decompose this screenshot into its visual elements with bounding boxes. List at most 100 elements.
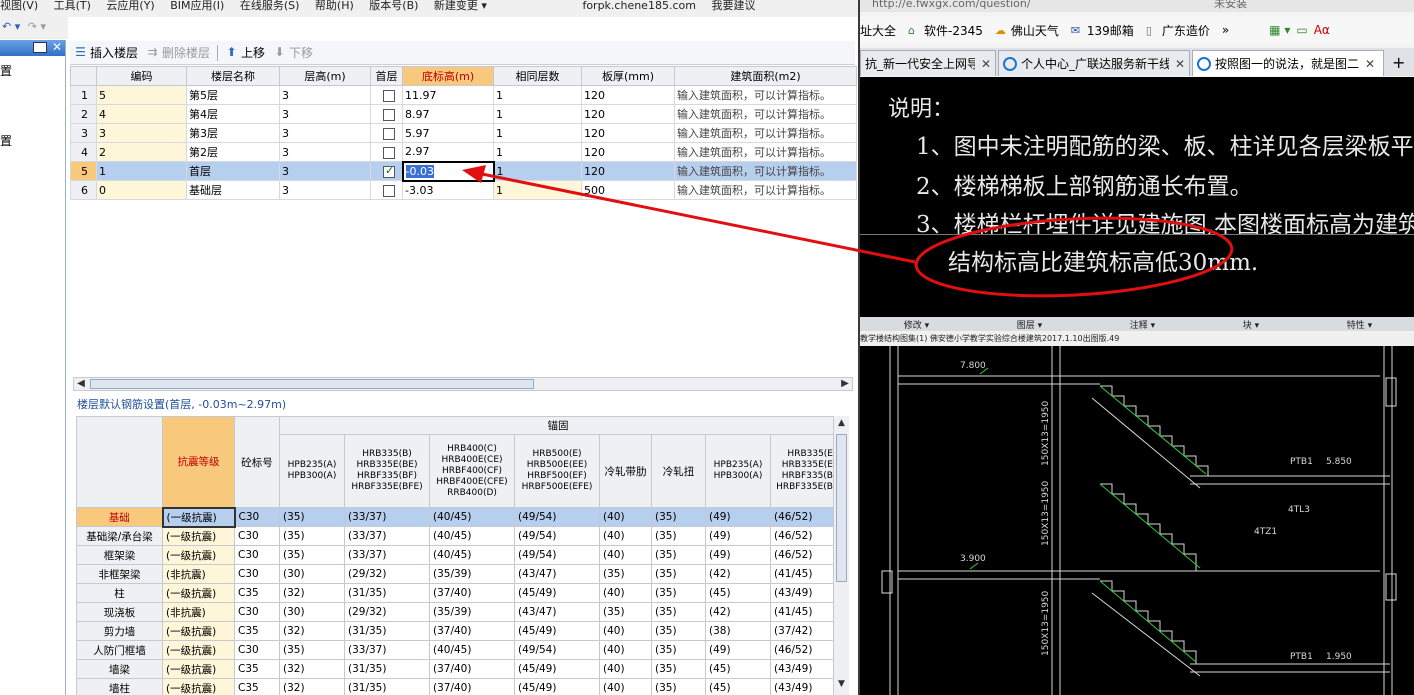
rebar-row[interactable]: 基础梁/承台梁 (一级抗震) C30 (35) (33/37) (40/45) (49/54… xyxy=(76,526,837,546)
cell-area[interactable]: 输入建筑面积，可以计算指标。 xyxy=(674,180,857,200)
cell-anchorage[interactable]: (49/54) xyxy=(514,526,600,546)
cell-first[interactable] xyxy=(370,142,403,162)
cell-first[interactable] xyxy=(370,104,403,124)
cell-first[interactable] xyxy=(370,85,403,105)
cell-bottom-elev[interactable]: 8.97 xyxy=(402,104,494,124)
rebar-row[interactable]: 人防门框墙 (一级抗震) C30 (35) (33/37) (40/45) (49/54)(… xyxy=(76,640,837,660)
cell-anchorage[interactable]: (46/52) xyxy=(770,545,837,565)
cell-anchorage[interactable]: (40/45) xyxy=(429,507,515,527)
row-number[interactable]: 5 xyxy=(70,161,97,181)
col-header-height[interactable]: 层高(m) xyxy=(279,66,371,86)
cell-code[interactable]: 4 xyxy=(96,104,187,124)
fav-item[interactable]: ⌂ 软件-2345 xyxy=(908,22,983,39)
cell-anchorage[interactable]: (33/37) xyxy=(344,640,430,660)
cell-code[interactable]: 1 xyxy=(96,161,187,181)
rebar-row-header[interactable]: 框架梁 xyxy=(76,545,163,565)
cell-anchorage[interactable]: (37/40) xyxy=(429,583,515,603)
row-number[interactable]: 4 xyxy=(70,142,97,162)
cell-seismic[interactable]: (非抗震) xyxy=(162,602,235,622)
cell-anchorage[interactable]: (37/40) xyxy=(429,678,515,695)
cell-anchorage[interactable]: (35) xyxy=(651,583,706,603)
table-row[interactable]: 4 2 第2层 3 2.97 1 120 输入建筑面积，可以计算指标。 xyxy=(70,142,857,162)
cell-anchorage[interactable]: (40/45) xyxy=(429,640,515,660)
cad-ribbon-item[interactable]: 特性 ▾ xyxy=(1347,318,1372,331)
move-down-button[interactable]: ⬇ 下移 xyxy=(269,43,317,63)
rebar-row-header[interactable]: 基础 xyxy=(76,507,163,527)
close-tab-icon[interactable]: ✕ xyxy=(981,57,991,71)
cell-anchorage[interactable]: (49) xyxy=(705,545,771,565)
cell-anchorage[interactable]: (40) xyxy=(599,583,652,603)
col-header-steel[interactable]: HPB235(A) HPB300(A) xyxy=(705,434,771,508)
cell-concrete[interactable]: C30 xyxy=(234,640,280,660)
cell-slab-thickness[interactable]: 120 xyxy=(581,123,675,143)
cell-anchorage[interactable]: (40) xyxy=(599,526,652,546)
first-floor-checkbox[interactable] xyxy=(383,108,395,121)
left-panel-item[interactable]: 置 xyxy=(0,132,12,149)
row-number[interactable]: 2 xyxy=(70,104,97,124)
browser-tab[interactable]: 个人中心_广联达服务新干线 ✕ xyxy=(998,50,1190,76)
rebar-row[interactable]: 框架梁 (一级抗震) C30 (35) (33/37) (40/45) (49/54) (40… xyxy=(76,545,837,565)
cell-anchorage[interactable]: (35) xyxy=(279,545,345,565)
cell-slab-thickness[interactable]: 120 xyxy=(581,161,675,181)
col-header-steel[interactable]: HRB400(C) HRB400E(CE) HRBF400(CF) HRBF40… xyxy=(429,434,515,508)
first-floor-checkbox-checked[interactable] xyxy=(383,164,395,178)
cell-anchorage[interactable]: (49) xyxy=(705,507,771,527)
cell-concrete[interactable]: C35 xyxy=(234,621,280,641)
cell-anchorage[interactable]: (32) xyxy=(279,621,345,641)
cell-height[interactable]: 3 xyxy=(279,161,371,181)
cell-concrete[interactable]: C30 xyxy=(234,602,280,622)
cell-slab-thickness[interactable]: 120 xyxy=(581,85,675,105)
scroll-thumb[interactable] xyxy=(836,434,847,582)
cell-seismic[interactable]: (一级抗震) xyxy=(162,640,235,660)
table-row[interactable]: 2 4 第4层 3 8.97 1 120 输入建筑面积，可以计算指标。 xyxy=(70,104,857,124)
cell-code[interactable]: 0 xyxy=(96,180,187,200)
cell-anchorage[interactable]: (45/49) xyxy=(514,678,600,695)
cell-anchorage[interactable]: (35) xyxy=(651,507,706,527)
col-header-slab-thickness[interactable]: 板厚(mm) xyxy=(581,66,675,86)
col-header-area[interactable]: 建筑面积(m2) xyxy=(674,66,857,86)
rebar-row[interactable]: 柱 (一级抗震) C35 (32) (31/35) (37/40) (45/49) (40)(… xyxy=(76,583,837,603)
cell-anchorage[interactable]: (35) xyxy=(651,564,706,584)
cell-bottom-elev[interactable]: 5.97 xyxy=(402,123,494,143)
cell-anchorage[interactable]: (42) xyxy=(705,602,771,622)
cell-same-count[interactable]: 1 xyxy=(493,104,582,124)
menu-view[interactable]: 视图(V) xyxy=(0,0,38,12)
cell-seismic[interactable]: (一级抗震) xyxy=(162,678,235,695)
cell-anchorage[interactable]: (49/54) xyxy=(514,507,600,527)
cell-name[interactable]: 第4层 xyxy=(186,104,280,124)
cell-anchorage[interactable]: (37/40) xyxy=(429,621,515,641)
scroll-right-icon[interactable]: ▶ xyxy=(838,377,852,391)
cell-anchorage[interactable]: (43/47) xyxy=(514,564,600,584)
cell-anchorage[interactable]: (41/45) xyxy=(770,602,837,622)
rebar-row-selected[interactable]: 基础 (一级抗震) C30 (35) (33/37) (40/45) (49/54) (40)… xyxy=(76,506,837,528)
cell-anchorage[interactable]: (40) xyxy=(599,621,652,641)
delete-floor-button[interactable]: ⇉ 删除楼层 xyxy=(142,43,214,63)
cell-code[interactable]: 2 xyxy=(96,142,187,162)
cell-anchorage[interactable]: (35/39) xyxy=(429,564,515,584)
cell-anchorage[interactable]: (42) xyxy=(705,564,771,584)
cell-bottom-elev[interactable]: -3.03 xyxy=(402,180,494,200)
cell-code[interactable]: 3 xyxy=(96,123,187,143)
col-header-concrete[interactable]: 砼标号 xyxy=(234,416,280,508)
col-header-steel[interactable]: HRB335(B) HRB335E(BE) HRBF335(BF) HRBF33… xyxy=(344,434,430,508)
rebar-row-header[interactable]: 基础梁/承台梁 xyxy=(76,526,163,546)
cad-ribbon-item[interactable]: 图层 ▾ xyxy=(1017,318,1042,331)
col-header-bottom-elev[interactable]: 底标高(m) xyxy=(402,66,494,86)
cell-anchorage[interactable]: (40/45) xyxy=(429,545,515,565)
cell-anchorage[interactable]: (35) xyxy=(651,545,706,565)
suggest-link[interactable]: 我要建议 xyxy=(711,0,755,12)
table-row-selected[interactable]: 5 1 首层 3 -0.03 1 120 输入建筑面积，可以计算指标。 xyxy=(70,160,857,182)
cell-anchorage[interactable]: (37/40) xyxy=(429,659,515,679)
cell-anchorage[interactable]: (31/35) xyxy=(344,583,430,603)
rebar-row[interactable]: 墙柱 (一级抗震) C35 (32) (31/35) (37/40) (45/49) (40)… xyxy=(76,678,837,695)
book-icon[interactable]: ▭ xyxy=(1296,23,1307,37)
cell-slab-thickness[interactable]: 120 xyxy=(581,104,675,124)
cell-first[interactable] xyxy=(370,161,403,181)
address-bar[interactable]: http://e.fwxgx.com/question/ 未安装 xyxy=(860,0,1414,12)
cad-doc-tabs[interactable]: 教学楼结构图集(1) 佛安德小学教学实验综合楼建筑2017.1.10出图版.49 xyxy=(860,332,1414,346)
col-header-seismic[interactable]: 抗震等级 xyxy=(162,416,235,508)
cell-anchorage[interactable]: (32) xyxy=(279,678,345,695)
cell-anchorage[interactable]: (45/49) xyxy=(514,583,600,603)
cell-same-count[interactable]: 1 xyxy=(493,180,582,200)
new-tab-button[interactable]: + xyxy=(1386,53,1411,76)
